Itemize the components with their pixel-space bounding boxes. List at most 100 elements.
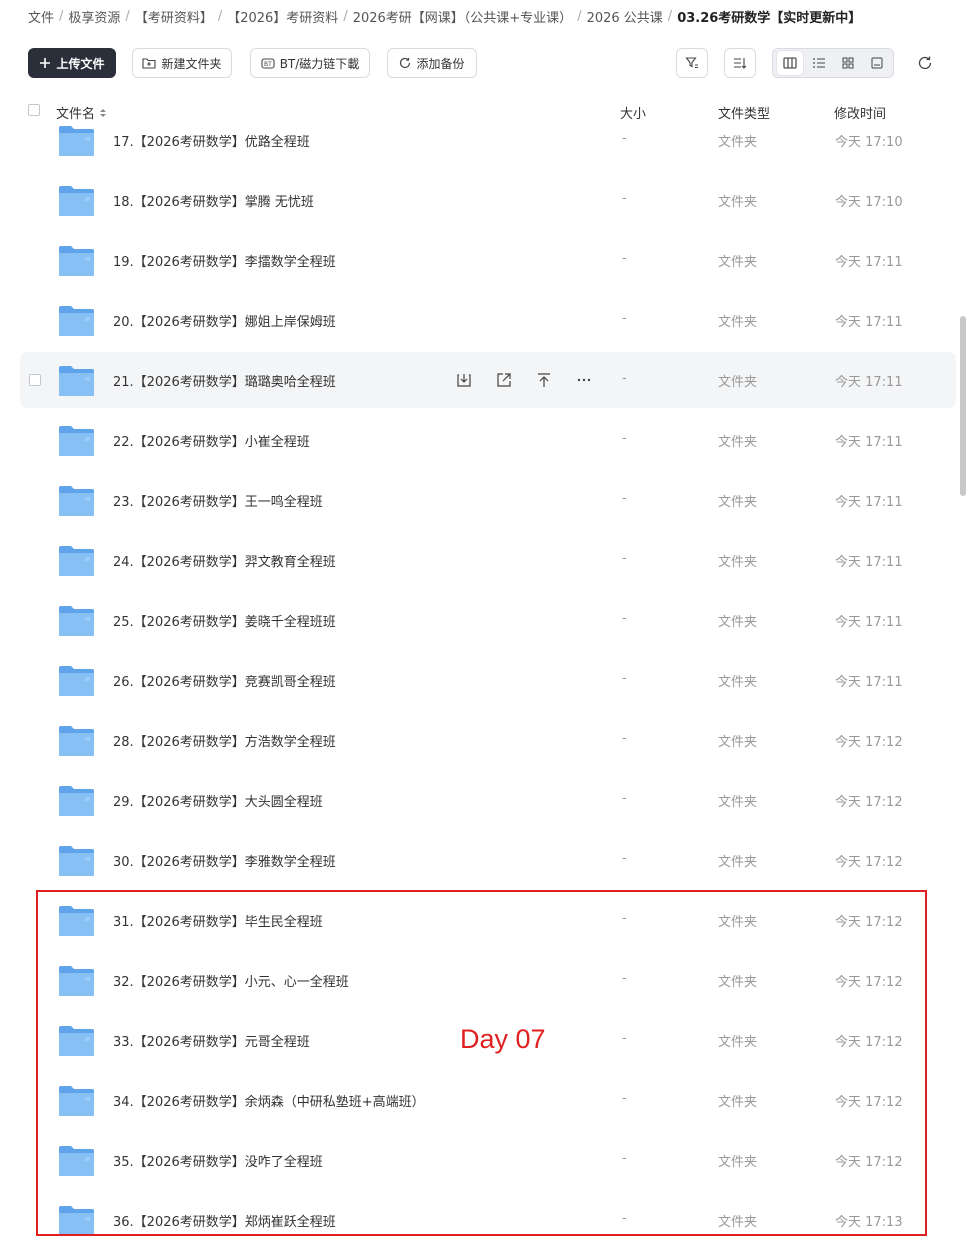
table-row[interactable]: 20.【2026考研数学】娜姐上岸保姆班 - 文件夹 今天 17:11: [20, 292, 956, 348]
file-name[interactable]: 23.【2026考研数学】王一鸣全程班: [113, 491, 323, 510]
add-backup-button-label: 添加备份: [416, 56, 465, 71]
file-name[interactable]: 35.【2026考研数学】没咋了全程班: [113, 1151, 323, 1170]
new-folder-button-label: 新建文件夹: [161, 56, 222, 71]
breadcrumb-item[interactable]: 文件: [28, 7, 54, 26]
list-view-icon: [812, 58, 825, 68]
table-row[interactable]: 26.【2026考研数学】竞赛凯哥全程班 - 文件夹 今天 17:11: [20, 652, 956, 708]
folder-icon: [58, 124, 95, 157]
breadcrumb-item[interactable]: 2026考研【网课】（公共课+专业课）: [353, 7, 572, 26]
thumbnail-view-button[interactable]: [864, 51, 890, 75]
modified-time: 今天 17:12: [835, 855, 903, 870]
breadcrumb-item[interactable]: 极享资源: [68, 7, 120, 26]
scrollbar[interactable]: [960, 316, 966, 496]
breadcrumb-item[interactable]: 【2026】考研资料: [227, 7, 338, 26]
table-row[interactable]: 32.【2026考研数学】小元、心一全程班 - 文件夹 今天 17:12: [20, 952, 956, 1008]
file-size: -: [622, 191, 627, 206]
share-button[interactable]: [484, 370, 524, 390]
folder-icon: [58, 244, 95, 277]
table-row[interactable]: 19.【2026考研数学】李擂数学全程班 - 文件夹 今天 17:11: [20, 232, 956, 288]
table-row[interactable]: 30.【2026考研数学】李雅数学全程班 - 文件夹 今天 17:12: [20, 832, 956, 888]
file-name[interactable]: 18.【2026考研数学】掌腾 无忧班: [113, 191, 314, 210]
folder-icon: [58, 424, 95, 457]
row-actions: [444, 370, 604, 390]
file-size: -: [622, 671, 627, 686]
table-row[interactable]: 18.【2026考研数学】掌腾 无忧班 - 文件夹 今天 17:10: [20, 172, 956, 228]
file-name[interactable]: 22.【2026考研数学】小崔全程班: [113, 431, 310, 450]
folder-icon: [58, 724, 95, 757]
folder-icon: [58, 604, 95, 637]
download-button[interactable]: [444, 370, 484, 390]
bt-download-button[interactable]: BT BT/磁力链下載: [250, 48, 370, 78]
file-type: 文件夹: [718, 1095, 758, 1110]
table-row[interactable]: 34.【2026考研数学】余炳森（中研私塾班+高端班） - 文件夹 今天 17:12: [20, 1072, 956, 1128]
table-row[interactable]: 29.【2026考研数学】大头圆全程班 - 文件夹 今天 17:12: [20, 772, 956, 828]
modified-time: 今天 17:12: [835, 795, 903, 810]
modified-time: 今天 17:12: [835, 735, 903, 750]
file-name[interactable]: 30.【2026考研数学】李雅数学全程班: [113, 851, 336, 870]
file-type: 文件夹: [718, 975, 758, 990]
breadcrumb-separator: /: [217, 8, 223, 24]
file-name[interactable]: 29.【2026考研数学】大头圆全程班: [113, 791, 323, 810]
folder-icon: [58, 304, 95, 337]
modified-time: 今天 17:12: [835, 1155, 903, 1170]
file-type: 文件夹: [718, 615, 758, 630]
add-backup-button[interactable]: 添加备份: [387, 48, 477, 78]
file-name[interactable]: 19.【2026考研数学】李擂数学全程班: [113, 251, 336, 270]
grid-view-button[interactable]: [835, 51, 861, 75]
file-size: -: [622, 611, 627, 626]
view-mode-switch: [772, 48, 894, 78]
list-view-button[interactable]: [806, 51, 832, 75]
thumbnail-view-icon: [871, 57, 882, 69]
more-button[interactable]: [564, 370, 604, 390]
upload-button[interactable]: 上传文件: [28, 48, 116, 78]
file-name[interactable]: 34.【2026考研数学】余炳森（中研私塾班+高端班）: [113, 1091, 425, 1110]
file-name[interactable]: 28.【2026考研数学】方浩数学全程班: [113, 731, 336, 750]
move-top-button[interactable]: [524, 370, 564, 390]
modified-time: 今天 17:11: [835, 675, 903, 690]
file-name[interactable]: 24.【2026考研数学】羿文教育全程班: [113, 551, 336, 570]
file-size: -: [622, 731, 627, 746]
table-row[interactable]: 36.【2026考研数学】郑炳崔跃全程班 - 文件夹 今天 17:13: [20, 1192, 956, 1248]
modified-time: 今天 17:11: [835, 555, 903, 570]
file-size: -: [622, 311, 627, 326]
table-row[interactable]: 25.【2026考研数学】姜晓千全程班班 - 文件夹 今天 17:11: [20, 592, 956, 648]
folder-icon: [58, 1024, 95, 1057]
folder-icon: [58, 844, 95, 877]
modified-time: 今天 17:12: [835, 975, 903, 990]
sort-button[interactable]: [724, 48, 756, 78]
file-name[interactable]: 26.【2026考研数学】竞赛凯哥全程班: [113, 671, 336, 690]
table-row[interactable]: 22.【2026考研数学】小崔全程班 - 文件夹 今天 17:11: [20, 412, 956, 468]
file-name[interactable]: 21.【2026考研数学】璐璐奥哈全程班: [113, 371, 336, 390]
table-row[interactable]: 31.【2026考研数学】毕生民全程班 - 文件夹 今天 17:12: [20, 892, 956, 948]
file-size: -: [622, 1151, 627, 1166]
filter-button[interactable]: [676, 48, 708, 78]
file-name[interactable]: 31.【2026考研数学】毕生民全程班: [113, 911, 323, 930]
file-size: -: [622, 851, 627, 866]
table-row[interactable]: 17.【2026考研数学】优路全程班 - 文件夹 今天 17:10: [20, 112, 956, 168]
file-name[interactable]: 36.【2026考研数学】郑炳崔跃全程班: [113, 1211, 336, 1230]
breadcrumb: 文件 / 极享资源 / 【考研资料】 / 【2026】考研资料/2026考研【网课】（公共课…: [28, 6, 861, 26]
table-row[interactable]: 21.【2026考研数学】璐璐奥哈全程班 - 文件夹 今天 17:11: [20, 352, 956, 408]
table-row[interactable]: 28.【2026考研数学】方浩数学全程班 - 文件夹 今天 17:12: [20, 712, 956, 768]
file-name[interactable]: 17.【2026考研数学】优路全程班: [113, 131, 310, 150]
new-folder-icon: [142, 58, 157, 69]
table-row[interactable]: 35.【2026考研数学】没咋了全程班 - 文件夹 今天 17:12: [20, 1132, 956, 1188]
bt-download-button-label: BT/磁力链下載: [279, 56, 360, 71]
refresh-button[interactable]: [910, 48, 940, 78]
breadcrumb-item[interactable]: 2026 公共课: [587, 7, 663, 26]
file-name[interactable]: 25.【2026考研数学】姜晓千全程班班: [113, 611, 336, 630]
folder-icon: [58, 784, 95, 817]
table-row[interactable]: 23.【2026考研数学】王一鸣全程班 - 文件夹 今天 17:11: [20, 472, 956, 528]
new-folder-button[interactable]: 新建文件夹: [132, 48, 232, 78]
file-type: 文件夹: [718, 675, 758, 690]
file-type: 文件夹: [718, 735, 758, 750]
table-row[interactable]: 24.【2026考研数学】羿文教育全程班 - 文件夹 今天 17:11: [20, 532, 956, 588]
row-checkbox[interactable]: [29, 374, 41, 386]
folder-icon: [58, 544, 95, 577]
file-name[interactable]: 33.【2026考研数学】元哥全程班: [113, 1031, 310, 1050]
toolbar: 上传文件 新建文件夹 BT BT/磁力链下載 添加备份: [28, 48, 956, 80]
file-name[interactable]: 32.【2026考研数学】小元、心一全程班: [113, 971, 349, 990]
breadcrumb-item[interactable]: 【考研资料】: [135, 7, 213, 26]
column-view-button[interactable]: [776, 51, 803, 75]
file-name[interactable]: 20.【2026考研数学】娜姐上岸保姆班: [113, 311, 336, 330]
